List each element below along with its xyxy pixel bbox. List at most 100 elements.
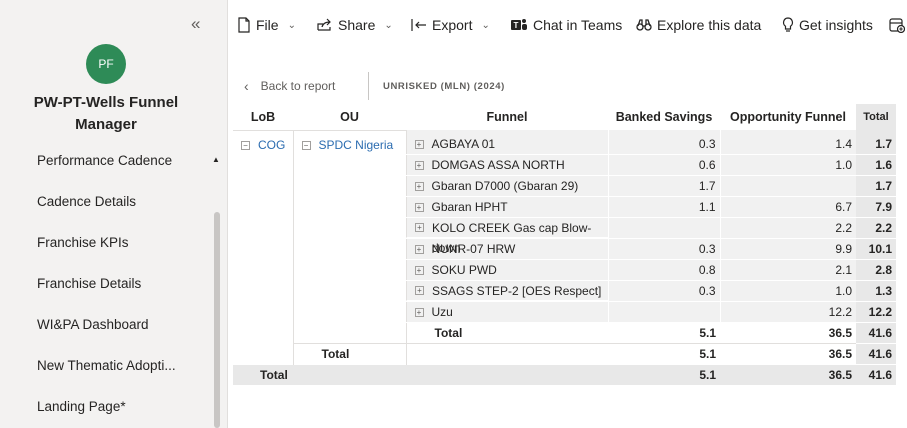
header-opportunity-funnel[interactable]: Opportunity Funnel (720, 104, 856, 130)
export-menu[interactable]: Export ⌄ (411, 17, 490, 33)
collapse-icon[interactable]: − (301, 140, 311, 150)
funnel-name: Gbaran HPHT (431, 200, 508, 214)
total-value: 1.3 (856, 280, 896, 302)
ou-total-spacer (405, 343, 608, 365)
ou-total-label: Total (292, 343, 406, 365)
opportunity-value (719, 175, 856, 197)
sidebar-item-wipa-dashboard[interactable]: WI&PA Dashboard (37, 317, 149, 332)
explore-label: Explore this data (657, 17, 762, 33)
grand-total-banked: 5.1 (608, 364, 720, 385)
share-icon (317, 18, 331, 31)
collapse-sidebar-icon[interactable]: « (191, 14, 200, 34)
funnel-cell: + SOKU PWD (405, 259, 608, 281)
sidebar: « PF PW-PT-Wells Funnel Manager Performa… (0, 0, 228, 428)
lob-cell: − COG (233, 129, 293, 365)
file-label: File (256, 17, 279, 33)
chat-in-teams-button[interactable]: T Chat in Teams (510, 17, 622, 33)
header-ou[interactable]: OU (293, 104, 406, 130)
banked-value (607, 217, 720, 239)
expand-icon[interactable]: + (414, 307, 424, 317)
funnel-name: Uzu (431, 304, 453, 319)
sidebar-item-cadence-details[interactable]: Cadence Details (37, 194, 136, 209)
share-menu[interactable]: Share ⌄ (317, 17, 393, 33)
funnel-cell: + Gbaran HPHT (405, 196, 608, 218)
svg-text:T: T (514, 21, 519, 30)
banked-value: 0.8 (607, 259, 720, 281)
header-total[interactable]: Total (856, 104, 896, 130)
avatar: PF (86, 44, 126, 84)
expand-icon[interactable]: + (415, 286, 424, 295)
sidebar-item-franchise-details[interactable]: Franchise Details (37, 276, 141, 291)
expand-icon[interactable]: + (414, 203, 424, 213)
sidebar-item-new-thematic-adoption[interactable]: New Thematic Adopti... (37, 358, 176, 373)
header-funnel[interactable]: Funnel (406, 104, 608, 130)
funnel-cell: + Uzu (405, 301, 608, 323)
ou-total-opportunity: 36.5 (720, 343, 856, 365)
expand-icon[interactable]: + (414, 140, 424, 150)
funnel-name: SSAGS STEP-2 [OES Respect] (432, 284, 602, 298)
toolbar: File ⌄ Share ⌄ Export ⌄ T Chat in Teams Exp… (229, 0, 907, 52)
sidebar-scrollbar[interactable] (214, 212, 220, 428)
caret-up-icon[interactable]: ▲ (212, 155, 220, 164)
total-value: 1.7 (856, 175, 896, 197)
share-label: Share (338, 17, 376, 33)
opportunity-value: 1.0 (719, 154, 856, 176)
sidebar-item-landing-page[interactable]: Landing Page* (37, 399, 126, 414)
binoculars-icon (636, 19, 652, 31)
lob-value: COG (258, 137, 286, 152)
header-lob[interactable]: LoB (233, 104, 293, 130)
grand-total-total: 41.6 (856, 364, 896, 385)
calendar-add-icon (889, 18, 905, 33)
grand-total-opportunity: 36.5 (720, 364, 856, 385)
funnel-total-banked: 5.1 (699, 326, 716, 340)
expand-icon[interactable]: + (414, 266, 424, 276)
chevron-down-icon: ⌄ (287, 19, 296, 31)
total-value: 10.1 (856, 238, 896, 260)
sidebar-item-performance-cadence[interactable]: Performance Cadence (37, 153, 172, 168)
matrix-table: LoB OU Funnel Banked Savings Opportunity… (233, 104, 896, 385)
header-divider (368, 72, 369, 100)
sidebar-item-franchise-kpis[interactable]: Franchise KPIs (37, 235, 129, 250)
funnel-name: NUNR-07 HRW (431, 241, 516, 256)
funnel-cell: + DOMGAS ASSA NORTH (405, 154, 608, 176)
banked-value: 0.3 (607, 238, 720, 260)
total-value: 1.7 (856, 130, 896, 155)
avatar-initials: PF (98, 57, 114, 71)
export-icon (411, 19, 426, 31)
grand-total-label: Total (233, 364, 608, 385)
chevron-left-icon: ‹ (244, 78, 249, 94)
file-menu[interactable]: File ⌄ (237, 17, 296, 33)
banked-value: 1.7 (607, 175, 720, 197)
chevron-down-icon: ⌄ (481, 19, 490, 31)
opportunity-value: 12.2 (719, 301, 856, 323)
opportunity-value: 1.0 (719, 280, 856, 302)
back-to-report-button[interactable]: ‹ Back to report (244, 78, 335, 94)
expand-icon[interactable]: + (414, 244, 424, 254)
ou-value: SPDC Nigeria (318, 137, 394, 152)
banked-value: 1.1 (607, 196, 720, 218)
opportunity-value: 2.1 (719, 259, 856, 281)
banked-value: 0.3 (607, 130, 720, 155)
total-value: 7.9 (856, 196, 896, 218)
back-to-report-label: Back to report (260, 79, 336, 93)
grand-total-row: Total 5.1 36.5 41.6 (233, 364, 896, 385)
total-value: 2.8 (856, 259, 896, 281)
expand-icon[interactable]: + (414, 182, 424, 192)
more-options-button[interactable] (889, 17, 905, 33)
banked-value: 0.3 (607, 280, 720, 302)
total-value: 2.2 (856, 217, 896, 239)
lightbulb-icon (782, 17, 794, 32)
collapse-icon[interactable]: − (241, 140, 250, 150)
explore-this-data-button[interactable]: Explore this data (636, 17, 761, 33)
funnel-cell: + Gbaran D7000 (Gbaran 29) (405, 175, 608, 197)
expand-icon[interactable]: + (414, 161, 424, 171)
header-banked-savings[interactable]: Banked Savings (608, 104, 720, 130)
ou-total-row: Total 5.1 36.5 41.6 (233, 343, 896, 365)
matrix-header-row: LoB OU Funnel Banked Savings Opportunity… (233, 104, 896, 130)
funnel-name: DOMGAS ASSA NORTH (431, 158, 565, 172)
visual-title: UNRISKED (MLN) (2024) (383, 81, 505, 92)
get-insights-button[interactable]: Get insights (782, 17, 873, 33)
funnel-name: Gbaran D7000 (Gbaran 29) (431, 179, 579, 193)
expand-icon[interactable]: + (415, 223, 424, 232)
chat-label: Chat in Teams (533, 17, 623, 33)
